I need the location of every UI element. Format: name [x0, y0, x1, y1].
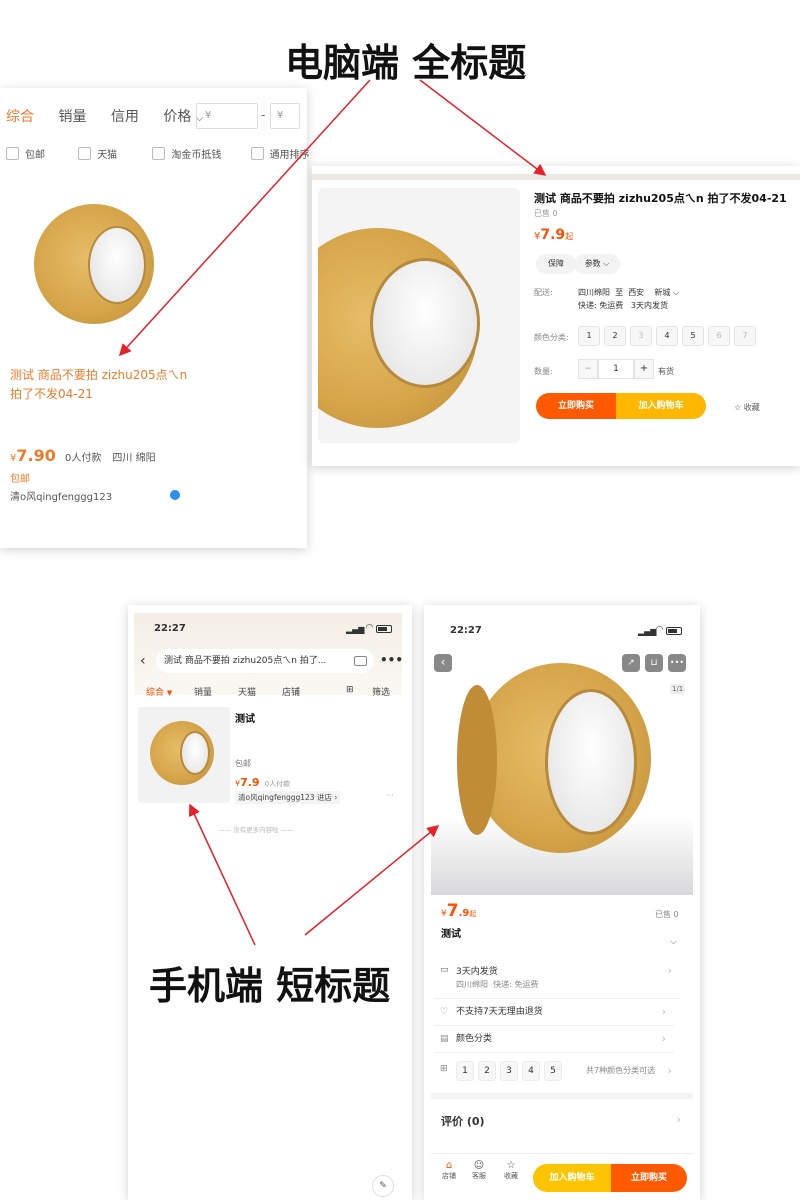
- arrow-to-mobile-detail-title: [304, 825, 440, 936]
- annotation-arrows: [118, 79, 547, 946]
- arrow-to-pc-detail-title: [419, 79, 547, 176]
- arrow-to-pc-search-title: [118, 79, 371, 357]
- arrow-to-mobile-search-title: [188, 803, 256, 946]
